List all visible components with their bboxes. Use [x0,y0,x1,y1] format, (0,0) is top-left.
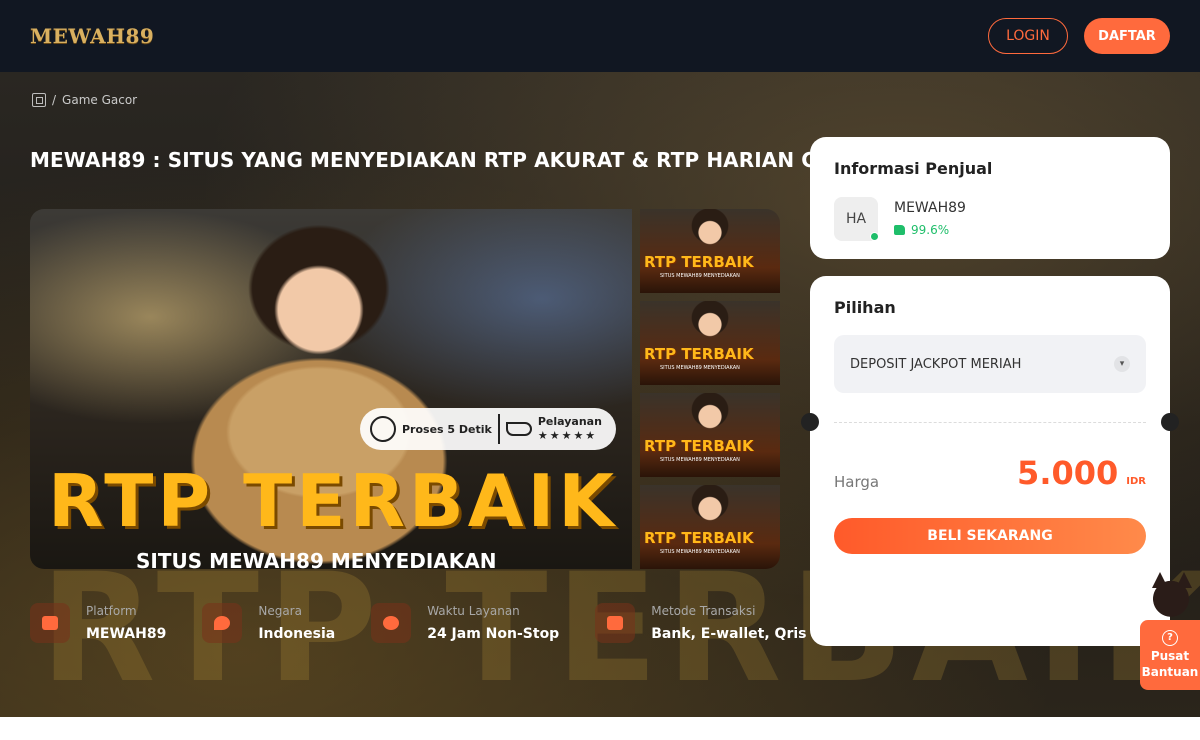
thumbnail-subtitle: SITUS MEWAH89 MENYEDIAKAN [660,273,740,279]
banner-badge-right-text: Pelayanan [537,415,602,428]
info-value: Indonesia [258,626,336,642]
home-icon[interactable] [32,93,46,107]
question-icon: ? [1162,630,1178,646]
info-payment-method: Metode Transaksi Bank, E-wallet, Qris [595,603,806,643]
dashed-divider [834,422,1146,423]
online-status-icon [870,232,879,241]
seller-heading: Informasi Penjual [834,159,993,178]
help-line-1: Pusat [1150,649,1190,663]
info-label: Metode Transaksi [651,604,756,618]
banner-badge-left-text: Proses 5 Detik [402,422,492,436]
banner-badge: Proses 5 Detik Pelayanan ★★★★★ [360,408,616,450]
rating-value: 99.6% [911,223,950,237]
stopwatch-icon [370,416,396,442]
thumbnail-list: RTP TERBAIK SITUS MEWAH89 MENYEDIAKAN RT… [640,209,780,569]
options-heading: Pilihan [834,298,896,317]
help-center-button[interactable]: ? Pusat Bantuan [1140,620,1200,690]
location-pin-icon [202,603,243,643]
login-button[interactable]: LOGIN [988,18,1068,54]
gallery-thumbnail[interactable]: RTP TERBAIK SITUS MEWAH89 MENYEDIAKAN [640,485,780,569]
info-service-time: Waktu Layanan 24 Jam Non-Stop [371,603,559,643]
price-value: 5.000 [1017,454,1119,492]
info-label: Waktu Layanan [427,604,520,618]
cat-mascot-icon[interactable] [1142,568,1200,624]
help-line-2: Bantuan [1141,665,1199,679]
star-rating-icon: ★★★★★ [537,429,598,442]
thumbnail-subtitle: SITUS MEWAH89 MENYEDIAKAN [660,549,740,555]
page-title: MEWAH89 : SITUS YANG MENYEDIAKAN RTP AKU… [30,148,868,172]
thumbnail-title: RTP TERBAIK [644,529,754,547]
main-banner-image[interactable]: Proses 5 Detik Pelayanan ★★★★★ RTP TERBA… [30,209,632,569]
thumbnail-title: RTP TERBAIK [644,345,754,363]
top-navbar: MEWAH89 LOGIN DAFTAR [0,0,1200,72]
auth-buttons: LOGIN DAFTAR [988,18,1170,54]
price-currency: IDR [1126,476,1146,487]
purchase-options-card: Pilihan DEPOSIT JACKPOT MERIAH ▾ Harga 5… [801,276,1179,646]
ticket-notch-right [1161,413,1179,431]
gallery-thumbnail[interactable]: RTP TERBAIK SITUS MEWAH89 MENYEDIAKAN [640,393,780,477]
info-label: Platform [86,604,137,618]
wallet-icon [595,603,636,643]
buy-now-button[interactable]: BELI SEKARANG [834,518,1146,554]
breadcrumb-current[interactable]: Game Gacor [62,93,137,107]
thumbnail-title: RTP TERBAIK [644,437,754,455]
info-value: 24 Jam Non-Stop [427,626,560,642]
banner-badge-right: Pelayanan ★★★★★ [538,415,602,443]
thumbnail-subtitle: SITUS MEWAH89 MENYEDIAKAN [660,365,740,371]
hand-icon [505,422,532,436]
info-value: MEWAH89 [86,626,167,642]
seller-info-card: Informasi Penjual HA MEWAH89 99.6% [810,137,1170,259]
price: 5.000 IDR [1017,454,1146,492]
info-label: Negara [258,604,302,618]
info-country: Negara Indonesia [202,603,335,643]
chevron-down-icon: ▾ [1114,356,1130,372]
clock-icon [371,603,412,643]
gallery-thumbnail[interactable]: RTP TERBAIK SITUS MEWAH89 MENYEDIAKAN [640,209,780,293]
thumbs-up-icon [894,225,905,235]
thumbnail-subtitle: SITUS MEWAH89 MENYEDIAKAN [660,457,740,463]
site-logo[interactable]: MEWAH89 [30,24,154,48]
product-info-strip: Platform MEWAH89 Negara Indonesia Waktu … [30,603,806,643]
selected-option: DEPOSIT JACKPOT MERIAH [850,356,1022,372]
banner-badge-divider [497,414,500,444]
info-platform: Platform MEWAH89 [30,603,166,643]
ticket-notch-left [801,413,819,431]
breadcrumb-separator: / [52,93,57,107]
option-select[interactable]: DEPOSIT JACKPOT MERIAH ▾ [834,335,1146,393]
product-gallery: Proses 5 Detik Pelayanan ★★★★★ RTP TERBA… [30,209,780,569]
seller-rating: 99.6% [894,223,949,237]
banner-subtitle: SITUS MEWAH89 MENYEDIAKAN [136,549,497,569]
seller-name[interactable]: MEWAH89 [894,200,966,216]
info-value: Bank, E-wallet, Qris [651,626,807,642]
price-label: Harga [834,473,880,491]
thumbnail-title: RTP TERBAIK [644,253,754,271]
gallery-thumbnail[interactable]: RTP TERBAIK SITUS MEWAH89 MENYEDIAKAN [640,301,780,385]
register-button[interactable]: DAFTAR [1084,18,1170,54]
breadcrumb: / Game Gacor [32,93,137,107]
banner-title: RTP TERBAIK [48,459,619,543]
monitor-icon [30,603,70,643]
